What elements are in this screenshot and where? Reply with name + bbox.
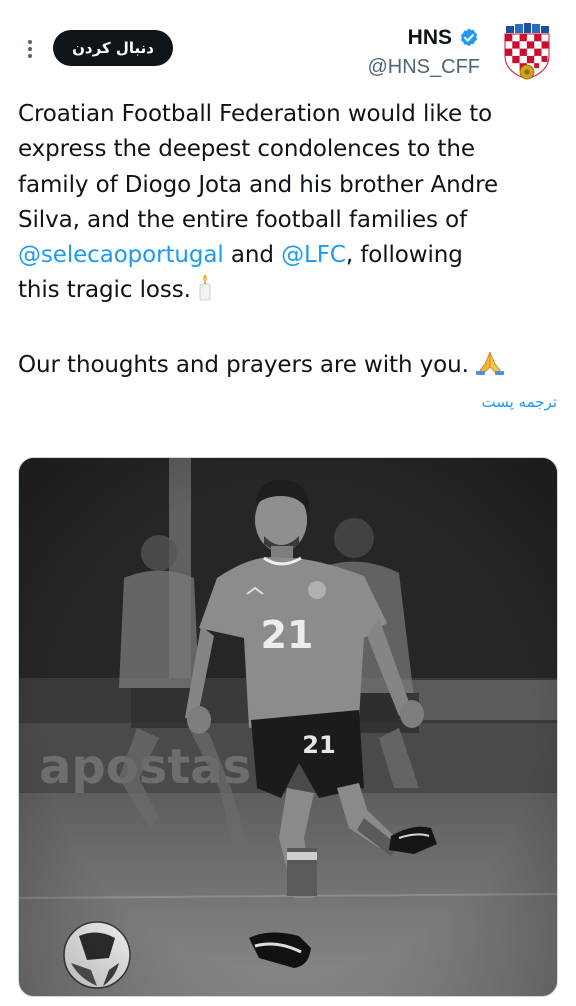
tweet-line: Our thoughts and prayers are with you. — [18, 348, 563, 387]
tweet-text-fragment: , following — [345, 242, 463, 269]
mention-lfc[interactable]: @LFC — [281, 242, 346, 268]
translate-post-link[interactable]: ترجمه پست — [482, 393, 558, 411]
more-vertical-icon — [28, 40, 32, 58]
display-name[interactable]: HNS — [408, 26, 452, 50]
tweet-text: Croatian Football Federation would like … — [18, 97, 563, 387]
avatar[interactable] — [502, 22, 552, 82]
folded-hands-icon — [475, 350, 505, 387]
user-identity: HNS @HNS_CFF — [367, 24, 480, 79]
user-handle[interactable]: @HNS_CFF — [367, 56, 480, 79]
tweet-line: @selecaoportugal and @LFC, following — [18, 238, 563, 273]
tweet-line: family of Diogo Jota and his brother And… — [18, 171, 499, 198]
mention-selecaoportugal[interactable]: @selecaoportugal — [18, 242, 224, 268]
tweet-header: دنبال کردن HNS @HNS_CFF — [0, 0, 576, 95]
post-photo[interactable]: apostas 21 — [18, 457, 558, 997]
tweet-line: this tragic loss. — [18, 273, 563, 312]
follow-button[interactable]: دنبال کردن — [53, 30, 173, 66]
tweet-line: Silva, and the entire football families … — [18, 206, 468, 233]
croatia-crest-icon — [504, 23, 550, 80]
tweet-line: Croatian Football Federation would like … — [18, 101, 493, 127]
candle-icon — [197, 273, 213, 312]
tweet-text-fragment: Our thoughts and prayers are with you. — [18, 351, 469, 378]
more-options-button[interactable] — [20, 36, 40, 62]
tweet-text-fragment: this tragic loss. — [18, 277, 191, 304]
verified-badge-icon — [460, 28, 478, 47]
tweet-line: express the deepest condolences to the — [18, 136, 475, 163]
tweet-text-fragment: and — [223, 242, 282, 269]
football-player-photo: apostas 21 — [19, 458, 557, 996]
